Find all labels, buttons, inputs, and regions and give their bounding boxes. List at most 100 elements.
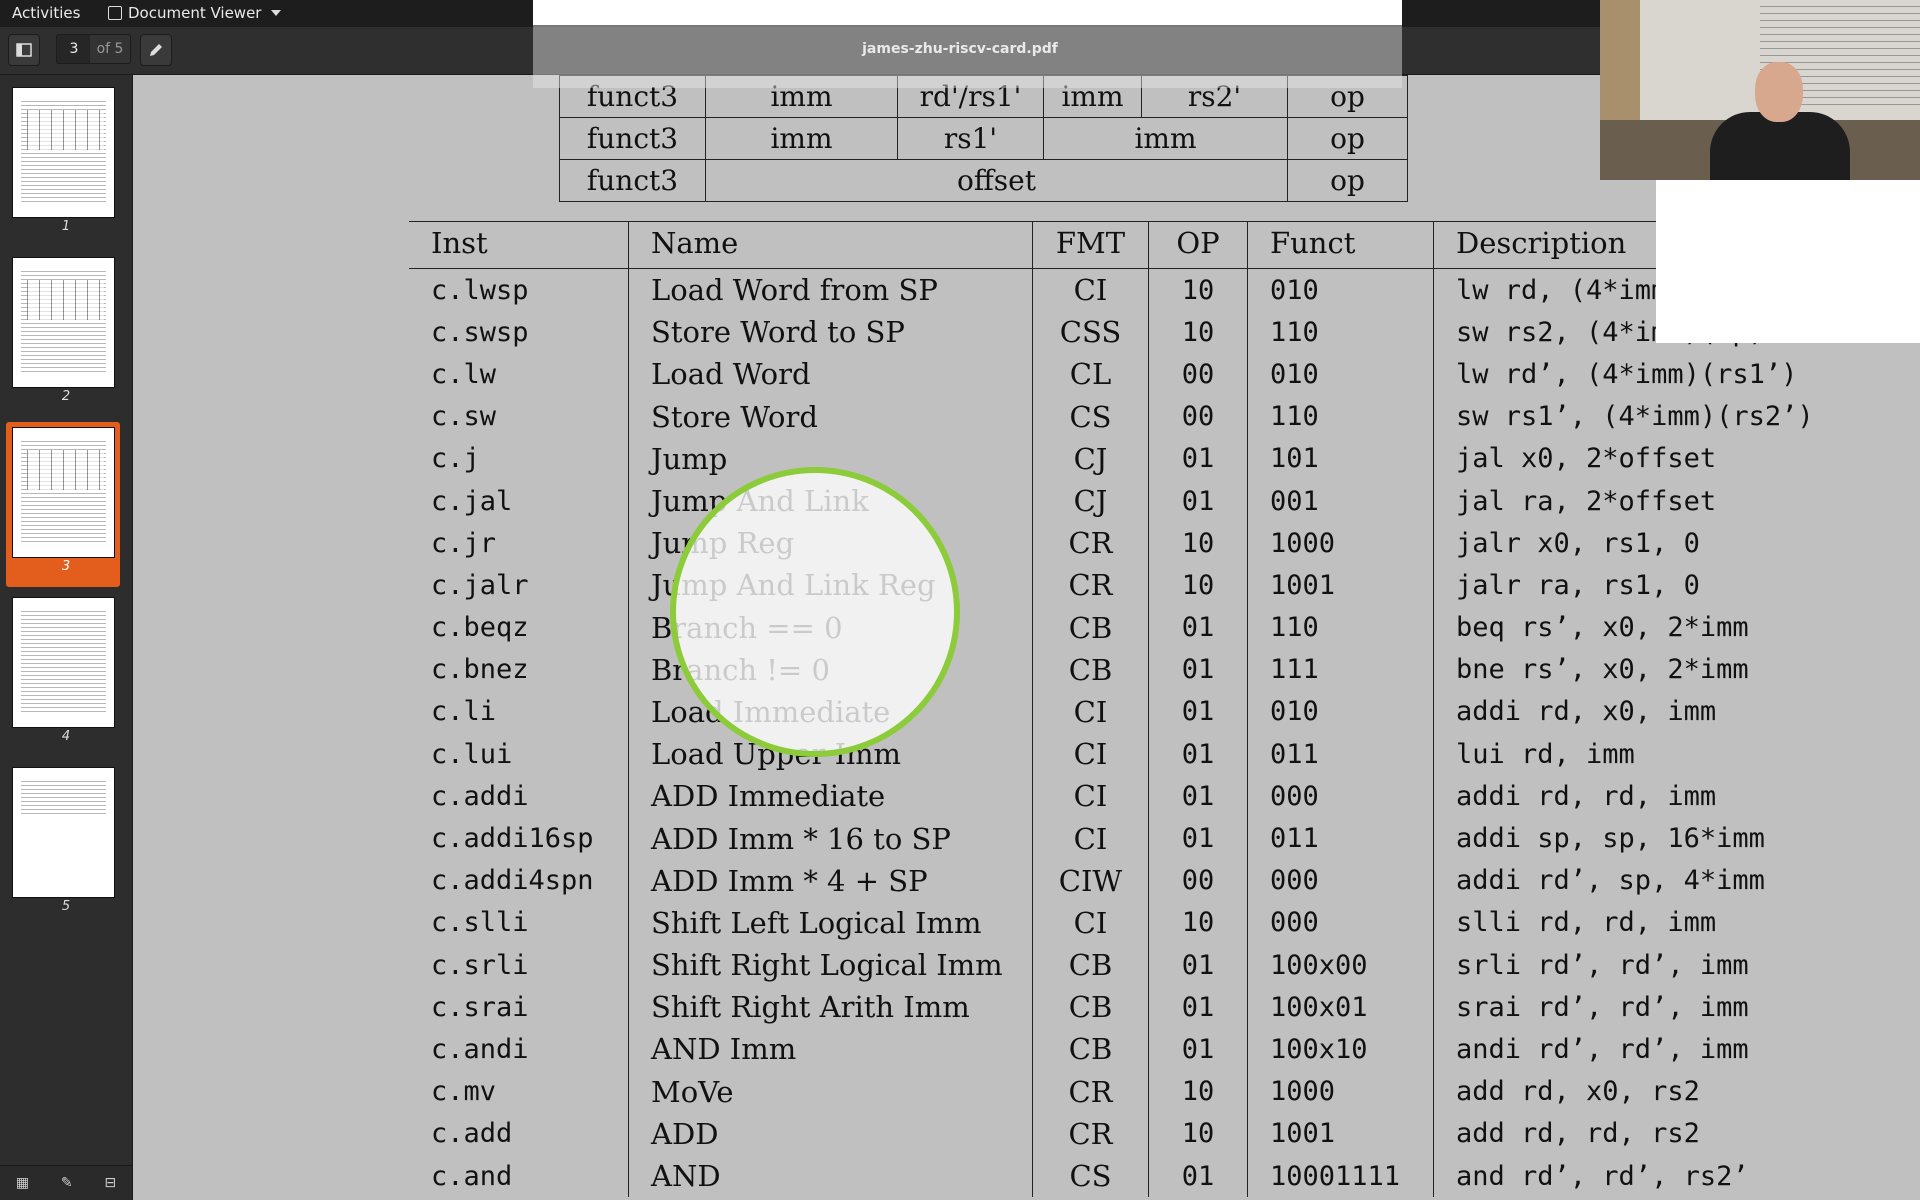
- table-row: c.andi AND Imm CB 01 100x10 andi rd’, rd’, im…: [409, 1028, 1838, 1071]
- table-cell: 1001: [1247, 564, 1434, 607]
- table-cell: CSS: [1032, 311, 1149, 354]
- table-cell: srli rd’, rd’, imm: [1433, 944, 1838, 987]
- table-row: c.sw Store Word CS 00 110 sw rs1’, (4*imm)(rs…: [409, 395, 1838, 438]
- table-cell: and rd’, rd’, rs2’: [1433, 1154, 1838, 1198]
- column-header: Name: [628, 221, 1033, 269]
- instruction-table-body: c.lwsp Load Word from SP CI 10 010 lw rd, (4*…: [409, 268, 1838, 1198]
- thumbnail-sidebar: 1 2 3 4 5 ▦ ✎ ⊟: [0, 75, 133, 1200]
- table-cell: 01: [1148, 733, 1248, 776]
- table-row: c.jalrJump And Link RegCR101001jalr ra, …: [409, 564, 1838, 607]
- encoding-table: funct3 imm rd'/rs1' imm rs2' op funct3 i…: [559, 75, 1408, 202]
- table-cell: CIW: [1032, 859, 1149, 902]
- table-cell: CI: [1032, 733, 1149, 776]
- table-cell: sw rs1’, (4*imm)(rs2’): [1433, 395, 1838, 438]
- table-row: c.srli Shift Right Logical Imm CB 01 100x00 s…: [409, 944, 1838, 987]
- activities-button[interactable]: Activities: [12, 4, 80, 22]
- table-cell: 000: [1247, 859, 1434, 902]
- annotations-icon[interactable]: ✎: [61, 1175, 73, 1191]
- table-cell: offset: [705, 159, 1288, 202]
- table-cell: 001: [1247, 479, 1434, 523]
- table-cell: CB: [1032, 648, 1149, 691]
- table-cell: AND Imm: [628, 1028, 1033, 1071]
- table-cell: c.jr: [431, 527, 497, 559]
- table-cell: 011: [1247, 817, 1434, 860]
- page-thumbnail-2[interactable]: [12, 257, 115, 388]
- table-cell: CR: [1032, 1070, 1149, 1113]
- table-cell: addi rd, x0, imm: [1433, 690, 1838, 734]
- table-cell: op: [1287, 159, 1408, 202]
- table-cell: op: [1287, 117, 1408, 160]
- table-cell: 10: [1148, 268, 1248, 312]
- page-thumbnail-3[interactable]: [12, 427, 115, 558]
- thumbnail-label: 1: [61, 219, 71, 234]
- table-cell: Shift Right Arith Imm: [628, 986, 1033, 1029]
- table-cell: 10: [1148, 1070, 1248, 1113]
- table-cell: ADD Imm * 4 + SP: [628, 859, 1033, 902]
- table-cell: beq rs’, x0, 2*imm: [1433, 606, 1838, 649]
- table-cell: c.beqz: [431, 612, 529, 644]
- table-row: c.addi ADD Immediate CI 01 000 addi rd, rd, i…: [409, 775, 1838, 818]
- table-cell: c.add: [431, 1118, 513, 1150]
- table-row: c.j Jump CJ 01 101 jal x0, 2*offset: [409, 437, 1838, 480]
- table-cell: 110: [1247, 311, 1434, 354]
- table-cell: c.slli: [431, 907, 529, 939]
- table-cell: 01: [1148, 648, 1248, 691]
- table-cell: Load Word: [628, 353, 1033, 396]
- table-cell: Store Word to SP: [628, 311, 1033, 354]
- document-canvas[interactable]: funct3 imm rd'/rs1' imm rs2' op funct3 i…: [133, 75, 1920, 1200]
- table-cell: CJ: [1032, 479, 1149, 523]
- table-cell: 000: [1247, 901, 1434, 944]
- table-cell: imm: [705, 117, 898, 160]
- table-row: c.lwsp Load Word from SP CI 10 010 lw rd, (4*…: [409, 268, 1838, 312]
- table-cell: CI: [1032, 690, 1149, 734]
- table-cell: CI: [1032, 775, 1149, 818]
- table-cell: 00: [1148, 395, 1248, 438]
- table-row: c.bnezBranch != 0CB01111bne rs’, x0, 2*i…: [409, 648, 1838, 691]
- thumbnail-label: 3: [61, 559, 71, 574]
- table-cell: c.and: [431, 1160, 513, 1192]
- table-cell: c.srai: [431, 991, 529, 1023]
- column-header: OP: [1148, 221, 1248, 269]
- table-cell: c.lui: [431, 738, 513, 770]
- app-menu[interactable]: Document Viewer: [108, 4, 282, 22]
- table-cell: ADD Immediate: [628, 775, 1033, 818]
- table-cell: c.jalr: [431, 569, 529, 601]
- table-cell: CJ: [1032, 437, 1149, 480]
- page-thumbnail-4[interactable]: [12, 597, 115, 728]
- table-cell: CI: [1032, 901, 1149, 944]
- table-cell: CB: [1032, 606, 1149, 649]
- table-cell: c.andi: [431, 1033, 529, 1065]
- page-thumbnail-5[interactable]: [12, 767, 115, 898]
- document-viewer-icon: [108, 6, 122, 20]
- table-cell: c.swsp: [431, 316, 529, 348]
- table-row: c.swsp Store Word to SP CSS 10 110 sw rs2, (4…: [409, 311, 1838, 354]
- table-cell: 101: [1247, 437, 1434, 480]
- table-cell: 00: [1148, 859, 1248, 902]
- table-cell: ADD: [628, 1112, 1033, 1155]
- table-cell: bne rs’, x0, 2*imm: [1433, 648, 1838, 691]
- table-cell: MoVe: [628, 1070, 1033, 1113]
- page-thumbnail-1[interactable]: [12, 87, 115, 218]
- table-cell: 01: [1148, 1028, 1248, 1071]
- table-cell: 010: [1247, 353, 1434, 396]
- thumbnail-label: 2: [61, 389, 71, 404]
- table-cell: CR: [1032, 1112, 1149, 1155]
- table-cell: CI: [1032, 817, 1149, 860]
- table-row: c.slli Shift Left Logical Imm CI 10 000 slli …: [409, 901, 1838, 944]
- bookmarks-icon[interactable]: ⊟: [104, 1175, 116, 1191]
- table-cell: c.addi16sp: [431, 823, 594, 855]
- table-cell: CS: [1032, 1154, 1149, 1198]
- webcam-video: [1600, 0, 1920, 180]
- table-cell: CI: [1032, 268, 1149, 312]
- table-cell: add rd, rd, rs2: [1433, 1112, 1838, 1155]
- white-panel: [1656, 180, 1920, 343]
- table-row: funct3 imm rs1' imm op: [559, 117, 1408, 160]
- overlay-strip-top: [533, 0, 1402, 25]
- table-cell: 00: [1148, 353, 1248, 396]
- table-cell: rs1': [897, 117, 1044, 160]
- table-cell: c.lw: [431, 358, 497, 390]
- thumbnails-icon[interactable]: ▦: [16, 1175, 29, 1191]
- table-row: c.lui Load Upper Imm CI 01 011 lui rd, imm: [409, 733, 1838, 776]
- table-cell: Shift Left Logical Imm: [628, 901, 1033, 944]
- chevron-down-icon: [271, 10, 282, 16]
